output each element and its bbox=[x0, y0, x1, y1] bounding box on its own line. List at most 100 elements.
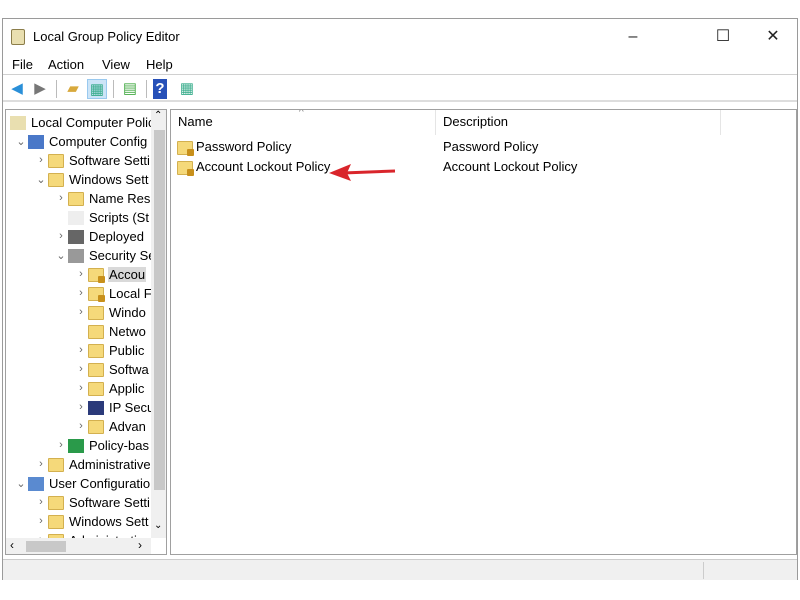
tree-item[interactable]: › Software Setti bbox=[6, 152, 151, 171]
tree-item[interactable]: › Softwa bbox=[6, 361, 151, 380]
help-icon[interactable]: ? bbox=[153, 79, 167, 99]
chevron-down-icon[interactable]: ⌄ bbox=[16, 477, 26, 490]
export-list-icon[interactable]: ▤ bbox=[120, 79, 140, 99]
tree-vertical-scrollbar[interactable]: ⌃ ⌄ bbox=[151, 110, 166, 538]
menu-action[interactable]: Action bbox=[48, 57, 84, 72]
chevron-right-icon[interactable]: › bbox=[76, 306, 86, 318]
folder-icon bbox=[48, 458, 64, 472]
tree-item[interactable]: › Local F bbox=[6, 285, 151, 304]
tree-item-label: Security Se bbox=[89, 248, 151, 263]
chevron-right-icon[interactable]: › bbox=[76, 420, 86, 432]
chevron-right-icon[interactable]: › bbox=[56, 439, 66, 451]
item-name: Account Lockout Policy bbox=[196, 159, 331, 174]
maximize-button[interactable]: ☐ bbox=[701, 23, 745, 51]
tree-item[interactable]: › Deployed bbox=[6, 228, 151, 247]
item-description: Password Policy bbox=[443, 139, 539, 154]
tree-item[interactable]: › Policy-bas bbox=[6, 437, 151, 456]
chevron-down-icon[interactable]: ⌄ bbox=[36, 173, 46, 186]
tree-item-label: Software Setti bbox=[69, 495, 150, 510]
tree-item[interactable]: › Windo bbox=[6, 304, 151, 323]
scroll-right-icon[interactable]: › bbox=[138, 538, 142, 552]
chevron-down-icon[interactable]: ⌄ bbox=[56, 249, 66, 262]
app-icon bbox=[11, 29, 25, 45]
chevron-right-icon[interactable]: › bbox=[56, 230, 66, 242]
folder-icon bbox=[88, 363, 104, 377]
tree-item[interactable]: ⌄ User Configuratio bbox=[6, 475, 151, 494]
chevron-right-icon[interactable]: › bbox=[76, 287, 86, 299]
chevron-right-icon[interactable]: › bbox=[56, 192, 66, 204]
folder-icon bbox=[88, 420, 104, 434]
tree-item[interactable]: › Name Res bbox=[6, 190, 151, 209]
tree-item[interactable]: ⌄ Security Se bbox=[6, 247, 151, 266]
scroll-down-icon[interactable]: ⌄ bbox=[154, 520, 162, 531]
lock-folder-icon bbox=[88, 287, 105, 302]
column-label: Description bbox=[443, 114, 509, 129]
chevron-down-icon[interactable]: ⌄ bbox=[16, 135, 26, 148]
tree-item[interactable]: › Software Setti bbox=[6, 494, 151, 513]
policy-scroll-icon bbox=[10, 116, 26, 130]
chevron-right-icon[interactable]: › bbox=[36, 515, 46, 527]
close-button[interactable]: ✕ bbox=[751, 23, 795, 51]
tree-item[interactable]: Netwo bbox=[6, 323, 151, 342]
show-action-pane-icon[interactable]: ▦ bbox=[177, 79, 197, 99]
user-icon bbox=[28, 477, 44, 491]
sort-ascending-icon: ^ bbox=[299, 109, 304, 118]
tree-item-label: Accou bbox=[108, 267, 147, 282]
tree-item[interactable]: › Administrative bbox=[6, 456, 151, 475]
menu-help[interactable]: Help bbox=[146, 57, 173, 72]
chevron-right-icon[interactable]: › bbox=[76, 382, 86, 394]
chevron-right-icon[interactable]: › bbox=[36, 458, 46, 470]
tree-item-label: User Configuratio bbox=[49, 476, 151, 491]
tree-item[interactable]: ⌄ Windows Sett bbox=[6, 171, 151, 190]
tree-item-label: Applic bbox=[109, 381, 145, 396]
tree-item-label: Scripts (St bbox=[89, 210, 149, 225]
item-description: Account Lockout Policy bbox=[443, 159, 578, 174]
scrollbar-thumb[interactable] bbox=[26, 541, 66, 552]
chevron-right-icon[interactable]: › bbox=[76, 344, 86, 356]
chevron-right-icon[interactable]: › bbox=[76, 401, 86, 413]
tree-item[interactable]: › Advan bbox=[6, 418, 151, 437]
toolbar: ◀ ▶ ▰ ▦ ▤ ? ▦ bbox=[3, 76, 797, 102]
red-arrow-annotation bbox=[329, 164, 396, 181]
tree-item[interactable]: › Accou bbox=[6, 266, 151, 285]
tree-item[interactable]: ⌄ Computer Config bbox=[6, 133, 151, 152]
window: Local Group Policy Editor – ☐ ✕ File Act… bbox=[2, 18, 798, 580]
show-hide-console-tree-icon[interactable]: ▦ bbox=[87, 79, 107, 99]
tree-item[interactable]: › Applic bbox=[6, 380, 151, 399]
chevron-right-icon[interactable]: › bbox=[36, 154, 46, 166]
minimize-button[interactable]: – bbox=[611, 23, 655, 51]
tree-item-label: Windows Sett bbox=[69, 172, 149, 187]
console-tree: ›Administrative›Windows Sett›Software Se… bbox=[5, 109, 167, 555]
tree-item[interactable]: › Windows Sett bbox=[6, 513, 151, 532]
tree-item[interactable]: › Public bbox=[6, 342, 151, 361]
chart-icon bbox=[68, 439, 84, 453]
scroll-up-icon[interactable]: ⌃ bbox=[154, 110, 162, 121]
scrollbar-thumb[interactable] bbox=[154, 130, 165, 490]
tree-item-label: Policy-bas bbox=[89, 438, 149, 453]
scroll-left-icon[interactable]: ‹ bbox=[10, 538, 14, 552]
tree-item-label: IP Secu bbox=[109, 400, 151, 415]
tree-horizontal-scrollbar[interactable]: ‹ › bbox=[6, 538, 151, 554]
computer-icon bbox=[28, 135, 44, 149]
column-header-description[interactable]: Description bbox=[436, 110, 721, 135]
tree-item-label: Local Computer Polic bbox=[31, 115, 151, 130]
up-folder-icon[interactable]: ▰ bbox=[63, 79, 83, 99]
tree-item[interactable]: Local Computer Polic bbox=[6, 114, 151, 133]
chevron-right-icon[interactable]: › bbox=[36, 496, 46, 508]
tree-item-label: Name Res bbox=[89, 191, 151, 206]
menu-view[interactable]: View bbox=[102, 57, 130, 72]
back-arrow-icon[interactable]: ◀ bbox=[7, 79, 27, 99]
forward-arrow-icon[interactable]: ▶ bbox=[30, 79, 50, 99]
tree-item-label: Computer Config bbox=[49, 134, 148, 149]
column-header-name[interactable]: Name ^ bbox=[171, 110, 436, 135]
tree-item[interactable]: › IP Secu bbox=[6, 399, 151, 418]
menu-file[interactable]: File bbox=[12, 57, 33, 72]
tree-item-label: Softwa bbox=[109, 362, 149, 377]
status-bar bbox=[3, 559, 797, 580]
tree-item-label: Software Setti bbox=[69, 153, 150, 168]
chevron-right-icon[interactable]: › bbox=[76, 268, 86, 280]
column-label: Name bbox=[178, 114, 213, 129]
tree-item[interactable]: Scripts (St bbox=[6, 209, 151, 228]
printer-icon bbox=[68, 230, 84, 244]
chevron-right-icon[interactable]: › bbox=[76, 363, 86, 375]
